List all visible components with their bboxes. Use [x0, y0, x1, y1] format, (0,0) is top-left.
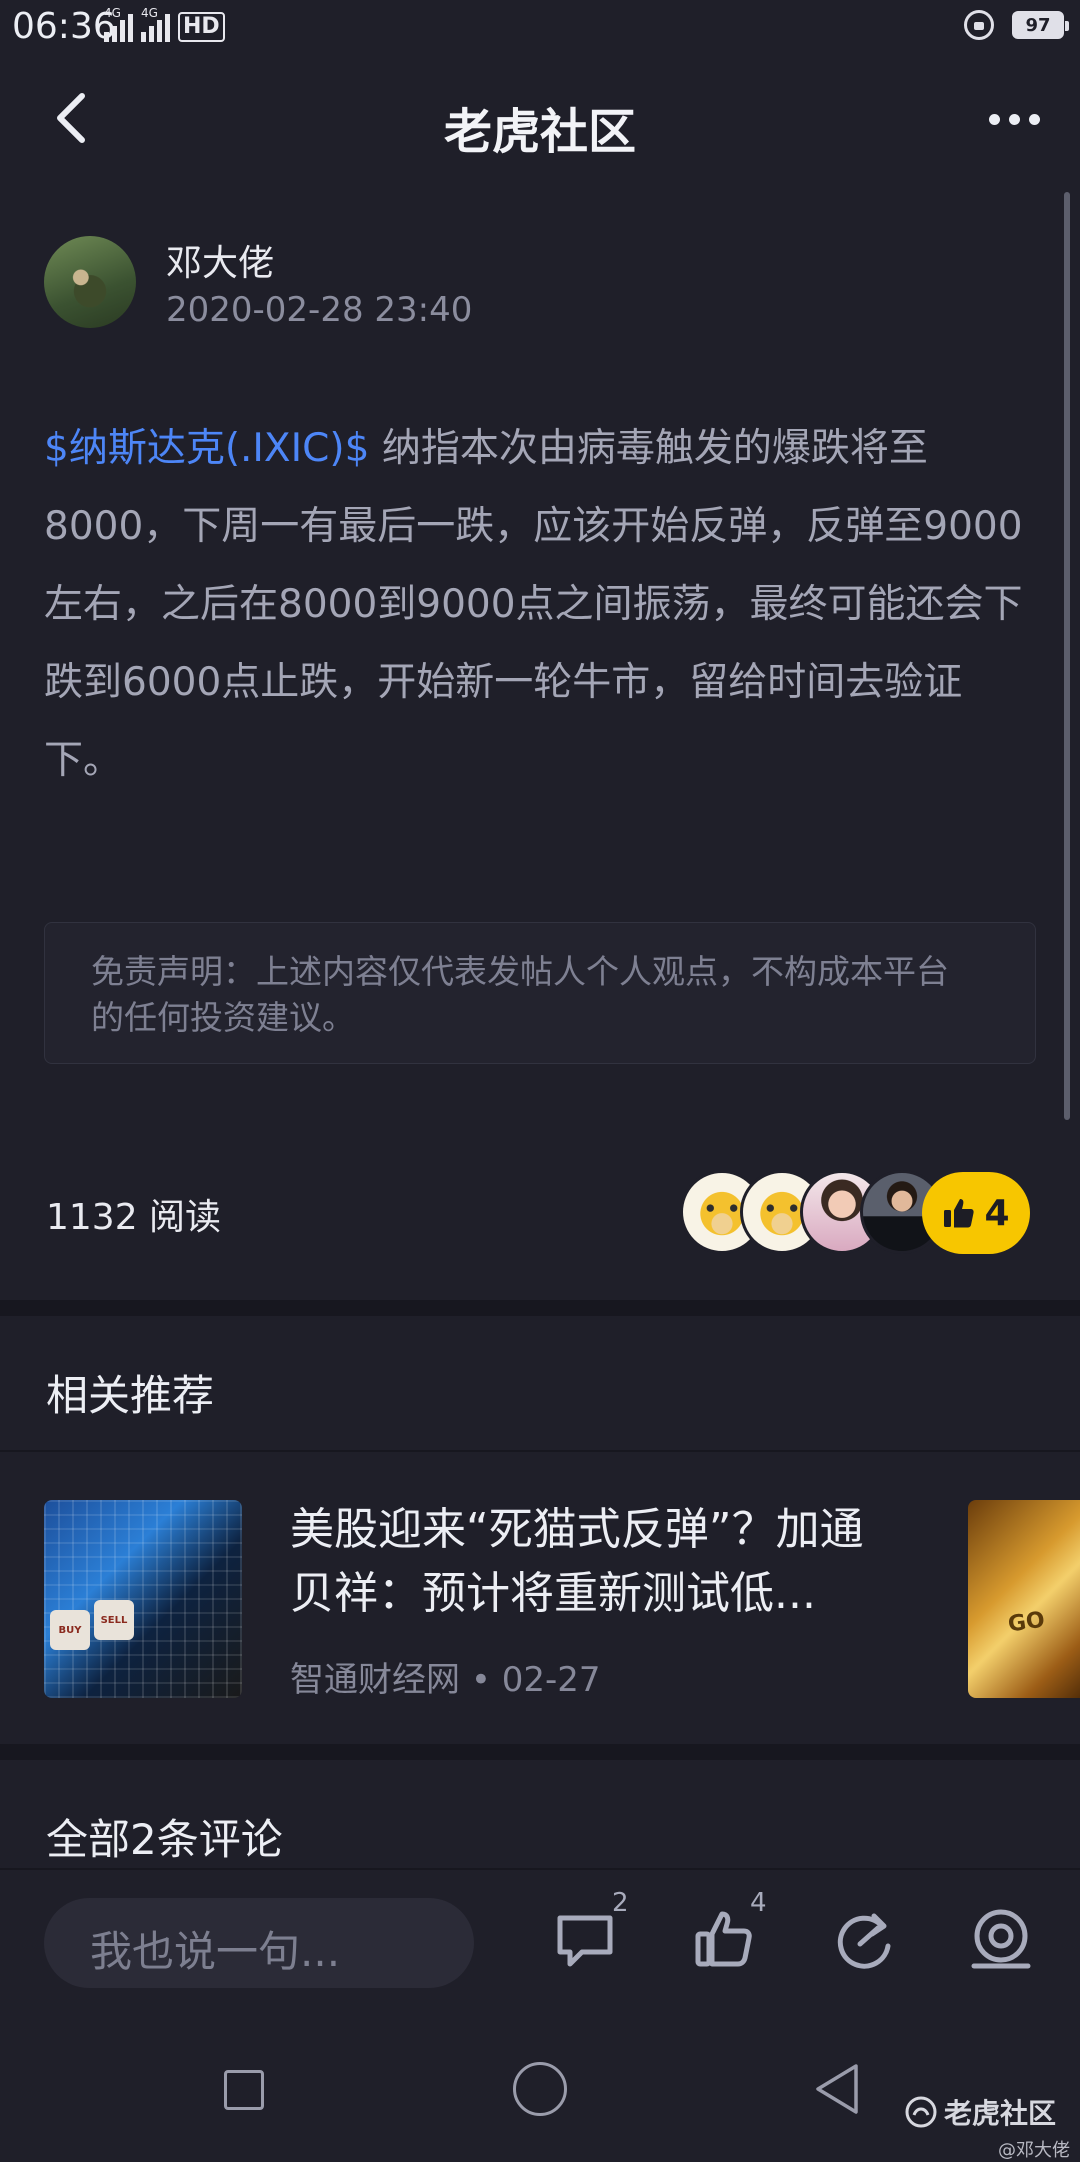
comment-placeholder: 我也说一句... — [90, 1927, 341, 1976]
thumbnail-text: GO — [1006, 1607, 1047, 1638]
author-name[interactable]: 邓大佬 — [166, 234, 274, 286]
post-content: $纳斯达克(.IXIC)$ 纳指本次由病毒触发的爆跌将至8000，下周一有最后一… — [44, 410, 1036, 800]
post-date: 2020-02-28 23:40 — [166, 290, 473, 330]
hd-icon: HD — [178, 12, 225, 42]
comment-count-badge: 2 — [612, 1888, 629, 1918]
read-count: 1132 阅读 — [46, 1197, 222, 1238]
section-divider — [0, 1744, 1080, 1760]
network-label: 4G — [104, 6, 121, 20]
status-bar: 06:36 4G 4G HD 97 — [0, 0, 1080, 58]
like-count-badge: 4 — [750, 1888, 767, 1918]
stock-tag-link[interactable]: $纳斯达克(.IXIC)$ — [44, 426, 369, 471]
app-header: 老虎社区 — [0, 58, 1080, 184]
status-time: 06:36 — [12, 6, 116, 47]
system-nav-bar: 老虎社区 @邓大佬 — [0, 2018, 1080, 2161]
home-icon[interactable] — [513, 2062, 567, 2116]
battery-icon: 97 — [1012, 11, 1069, 39]
share-icon[interactable] — [830, 1904, 900, 1974]
recommend-date: 02-27 — [501, 1660, 601, 1700]
like-button[interactable]: 4 — [922, 1172, 1030, 1254]
recommend-meta: 智通财经网 • 02-27 — [290, 1652, 600, 1701]
watermark-brand: 老虎社区 — [944, 2097, 1057, 2130]
disclaimer-box: 免责声明：上述内容仅代表发帖人个人观点，不构成本平台的任何投资建议。 — [44, 922, 1036, 1064]
related-section-title: 相关推荐 — [46, 1371, 215, 1420]
watermark: 老虎社区 — [904, 2092, 1056, 2132]
comments-title: 全部2条评论 — [46, 1815, 283, 1864]
watermark-user: @邓大佬 — [998, 2140, 1070, 2161]
author-avatar[interactable] — [44, 236, 136, 328]
network-label: 4G — [141, 6, 158, 20]
section-divider — [0, 1300, 1080, 1316]
recommend-thumbnail[interactable]: BUY SELL — [44, 1500, 242, 1698]
meta-separator: • — [470, 1660, 502, 1700]
bottom-action-bar: 我也说一句... 2 4 — [0, 1868, 1080, 2020]
tiger-logo-icon — [905, 2096, 937, 2128]
recommend-source: 智通财经网 — [290, 1660, 460, 1700]
thumbs-up-icon — [944, 1199, 975, 1228]
more-options-icon[interactable] — [989, 114, 1040, 125]
status-icons: 4G 4G HD — [104, 6, 225, 42]
divider — [0, 1450, 1080, 1452]
disclaimer-text: 免责声明：上述内容仅代表发帖人个人观点，不构成本平台的任何投资建议。 — [91, 952, 949, 1037]
recent-apps-icon[interactable] — [224, 2070, 264, 2110]
page-title: 老虎社区 — [443, 104, 636, 160]
signal-icon: 4G — [141, 6, 170, 42]
post-text: 纳指本次由病毒触发的爆跌将至8000，下周一有最后一跌，应该开始反弹，反弹至90… — [44, 426, 1023, 783]
dice-buy: BUY — [50, 1610, 90, 1650]
recommend-title[interactable]: 美股迎来“死猫式反弹”？加通贝祥：预计将重新测试低... — [290, 1498, 900, 1626]
status-right: 97 — [964, 10, 1069, 40]
recommend-thumbnail-next[interactable]: GO — [968, 1500, 1080, 1698]
rotation-lock-icon — [964, 10, 994, 40]
scrollbar[interactable] — [1064, 192, 1070, 1120]
signal-icon: 4G — [104, 6, 133, 42]
like-count: 4 — [984, 1192, 1010, 1234]
nav-back-icon[interactable] — [810, 2060, 864, 2118]
comment-input[interactable]: 我也说一句... — [44, 1898, 474, 1988]
reward-icon[interactable] — [966, 1904, 1036, 1974]
dice-sell: SELL — [94, 1600, 134, 1640]
